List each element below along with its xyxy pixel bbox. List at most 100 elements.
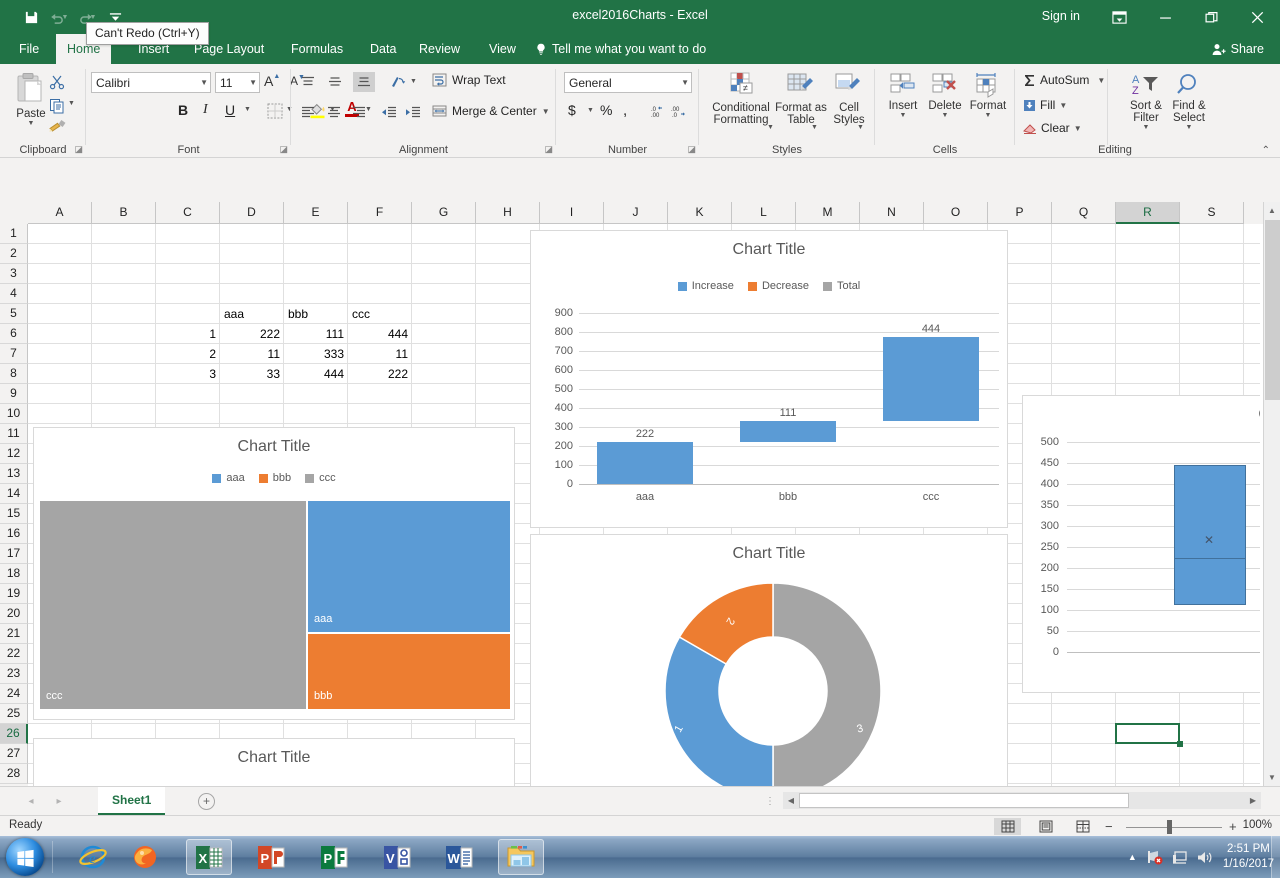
fill-handle[interactable] — [1177, 741, 1183, 747]
row-header-10[interactable]: 10 — [0, 404, 28, 424]
legend-item-decrease[interactable]: Decrease — [748, 280, 809, 292]
column-header-I[interactable]: I — [540, 202, 604, 224]
taskbar-powerpoint[interactable]: P — [248, 839, 294, 875]
tab-split-handle[interactable]: ⋮ — [765, 796, 775, 807]
decrease-indent-button[interactable] — [381, 106, 397, 122]
row-header-18[interactable]: 18 — [0, 564, 28, 584]
borders-button[interactable] — [267, 103, 283, 122]
show-desktop-button[interactable] — [1271, 836, 1280, 878]
waterfall-bar-bbb[interactable] — [740, 421, 836, 442]
row-header-14[interactable]: 14 — [0, 484, 28, 504]
taskbar-excel[interactable]: X — [186, 839, 232, 875]
paste-dropdown-caret[interactable]: ▼ — [28, 120, 35, 127]
tab-data[interactable]: Data — [359, 34, 407, 64]
fill-dropdown-caret[interactable]: ▼ — [1059, 101, 1067, 110]
row-header-16[interactable]: 16 — [0, 524, 28, 544]
column-header-N[interactable]: N — [860, 202, 924, 224]
chevron-down-icon[interactable]: ▼ — [200, 78, 208, 87]
cell-D7[interactable]: 11 — [220, 344, 284, 364]
row-header-23[interactable]: 23 — [0, 664, 28, 684]
cell-area[interactable]: Chart Title Increase Decrease Total 900 … — [28, 224, 1260, 786]
cell-D5[interactable]: aaa — [220, 304, 284, 324]
format-painter-button[interactable] — [46, 117, 68, 137]
row-header-26[interactable]: 26 — [0, 724, 28, 744]
grow-font-button[interactable]: A▲ — [264, 73, 280, 89]
conditional-formatting-button[interactable]: ≠ Conditional Formatting — [705, 72, 777, 126]
row-header-20[interactable]: 20 — [0, 604, 28, 624]
treemap-tile-ccc[interactable] — [40, 501, 306, 709]
new-sheet-button[interactable]: + — [198, 793, 215, 810]
zoom-level-label[interactable]: 100% — [1243, 819, 1272, 831]
row-header-17[interactable]: 17 — [0, 544, 28, 564]
cell-E6[interactable]: 111 — [284, 324, 348, 344]
zoom-in-button[interactable]: + — [1229, 819, 1237, 834]
clear-button[interactable]: Clear ▼ — [1023, 121, 1082, 135]
chart-bottom[interactable]: Chart Title — [33, 738, 515, 786]
row-header-21[interactable]: 21 — [0, 624, 28, 644]
cell-F6[interactable]: 444 — [348, 324, 412, 344]
row-header-11[interactable]: 11 — [0, 424, 28, 444]
network-error-icon[interactable] — [1146, 850, 1163, 865]
column-header-S[interactable]: S — [1180, 202, 1244, 224]
zoom-slider-track[interactable] — [1126, 827, 1222, 828]
column-header-D[interactable]: D — [220, 202, 284, 224]
cell-F7[interactable]: 11 — [348, 344, 412, 364]
format-cells-button[interactable]: Format ▼ — [967, 72, 1009, 119]
delete-cells-button[interactable]: Delete ▼ — [925, 72, 965, 119]
vertical-scrollbar-thumb[interactable] — [1265, 220, 1280, 400]
cell-E5[interactable]: bbb — [284, 304, 348, 324]
column-header-G[interactable]: G — [412, 202, 476, 224]
copy-dropdown-caret[interactable]: ▼ — [68, 100, 75, 107]
treemap-tile-bbb[interactable] — [308, 634, 510, 709]
sign-in-button[interactable]: Sign in — [1042, 9, 1080, 23]
tell-me-box[interactable]: Tell me what you want to do — [535, 34, 706, 64]
column-header-J[interactable]: J — [604, 202, 668, 224]
scroll-left-button[interactable]: ◀ — [783, 792, 799, 809]
find-select-caret[interactable]: ▼ — [1186, 124, 1193, 131]
cell-E7[interactable]: 333 — [284, 344, 348, 364]
scroll-up-button[interactable]: ▲ — [1264, 202, 1280, 219]
orientation-button[interactable] — [390, 74, 407, 93]
taskbar-firefox[interactable] — [122, 839, 168, 875]
clear-dropdown-caret[interactable]: ▼ — [1074, 124, 1082, 133]
vertical-scrollbar[interactable]: ▲ ▼ — [1263, 202, 1280, 786]
legend-item-increase[interactable]: Increase — [678, 280, 734, 292]
cell-F8[interactable]: 222 — [348, 364, 412, 384]
column-header-F[interactable]: F — [348, 202, 412, 224]
cell-C6[interactable]: 1 — [156, 324, 220, 344]
row-header-12[interactable]: 12 — [0, 444, 28, 464]
page-layout-view-button[interactable] — [1032, 818, 1059, 835]
align-top-button[interactable] — [301, 76, 315, 92]
currency-dropdown-caret[interactable]: ▼ — [587, 107, 594, 114]
increase-decimal-button[interactable]: .0.00 — [648, 104, 666, 121]
column-header-B[interactable]: B — [92, 202, 156, 224]
sort-filter-caret[interactable]: ▼ — [1143, 124, 1150, 131]
alignment-dialog-launcher[interactable]: ◪ — [544, 144, 553, 155]
row-header-25[interactable]: 25 — [0, 704, 28, 724]
restore-icon[interactable] — [1188, 0, 1234, 34]
merge-center-button[interactable]: Merge & Center ▼ — [432, 104, 550, 118]
chart-treemap[interactable]: Chart Title aaa bbb ccc ccc aaa bbb — [33, 427, 515, 720]
chevron-down-icon[interactable]: ▼ — [681, 78, 689, 87]
page-break-preview-button[interactable] — [1069, 818, 1096, 835]
insert-cells-button[interactable]: Insert ▼ — [883, 72, 923, 119]
row-header-15[interactable]: 15 — [0, 504, 28, 524]
bold-button[interactable]: B — [178, 102, 188, 118]
tab-file[interactable]: File — [8, 34, 50, 64]
horizontal-scrollbar-thumb[interactable] — [799, 793, 1129, 808]
find-select-button[interactable]: Find & Select ▼ — [1163, 72, 1215, 131]
row-header-3[interactable]: 3 — [0, 264, 28, 284]
tab-view[interactable]: View — [478, 34, 527, 64]
chart-donut[interactable]: Chart Title 1 2 3 — [530, 534, 1008, 786]
column-header-C[interactable]: C — [156, 202, 220, 224]
number-dialog-launcher[interactable]: ◪ — [687, 144, 696, 155]
comma-button[interactable]: , — [623, 102, 627, 119]
row-header-19[interactable]: 19 — [0, 584, 28, 604]
increase-indent-button[interactable] — [405, 106, 421, 122]
row-header-22[interactable]: 22 — [0, 644, 28, 664]
percent-button[interactable]: % — [600, 102, 612, 118]
copy-button[interactable] — [46, 96, 68, 116]
align-left-button[interactable] — [301, 106, 315, 122]
cell-E8[interactable]: 444 — [284, 364, 348, 384]
scroll-right-button[interactable]: ▶ — [1245, 792, 1261, 809]
